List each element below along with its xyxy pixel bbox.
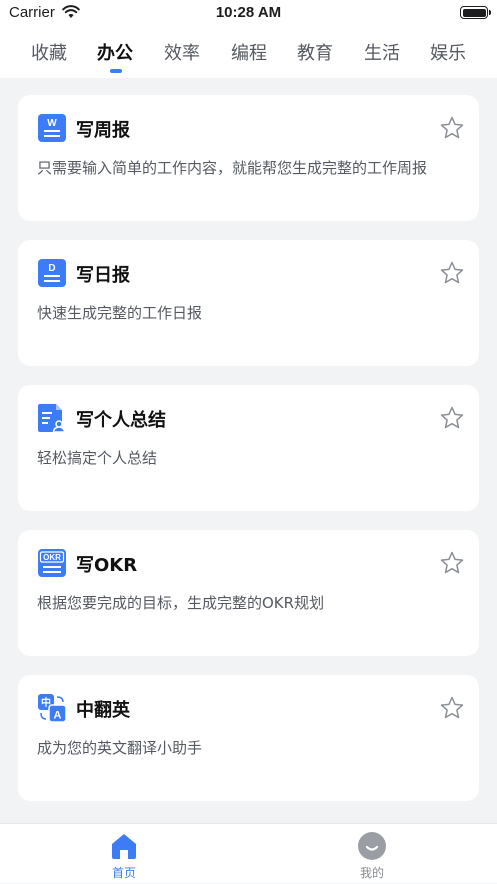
favorite-star-icon[interactable]	[439, 405, 465, 431]
tab-entertainment[interactable]: 娱乐	[430, 39, 466, 65]
status-time: 10:28 AM	[215, 4, 282, 21]
card-description: 快速生成完整的工作日报	[37, 304, 203, 322]
nav-home[interactable]: 首页	[44, 824, 204, 884]
card-title: 写OKR	[76, 555, 138, 576]
card-personal-summary[interactable]: 写个人总结 轻松搞定个人总结	[18, 385, 479, 511]
card-title: 写日报	[76, 265, 130, 286]
card-weekly-report[interactable]: W 写周报 只需要输入简单的工作内容，就能帮您生成完整的工作周报	[18, 95, 479, 221]
nav-home-label: 首页	[111, 866, 136, 880]
svg-text:W: W	[47, 118, 57, 129]
tab-office[interactable]: 办公	[97, 39, 133, 65]
home-icon	[112, 834, 136, 859]
card-translate[interactable]: 中 A 中翻英 成为您的英文翻译小助手	[18, 675, 479, 801]
translate-icon: 中 A	[38, 694, 66, 722]
card-daily-report[interactable]: D 写日报 快速生成完整的工作日报	[18, 240, 479, 366]
favorite-star-icon[interactable]	[439, 115, 465, 141]
favorite-star-icon[interactable]	[439, 695, 465, 721]
nav-mine[interactable]: 我的	[292, 824, 452, 884]
battery-icon	[460, 6, 491, 19]
card-description: 轻松搞定个人总结	[37, 449, 158, 467]
daily-report-icon: D	[38, 259, 66, 287]
tab-programming[interactable]: 编程	[231, 39, 267, 65]
favorite-star-icon[interactable]	[439, 550, 465, 576]
bottom-nav: 首页 我的	[0, 823, 497, 883]
tab-efficiency[interactable]: 效率	[164, 39, 200, 65]
tab-favorites[interactable]: 收藏	[31, 39, 67, 65]
okr-icon: OKR	[38, 549, 66, 577]
card-description: 只需要输入简单的工作内容，就能帮您生成完整的工作周报	[37, 159, 428, 177]
category-tabs: 收藏 办公 效率 编程 教育 生活 娱乐	[0, 26, 497, 78]
card-title: 写周报	[76, 120, 130, 141]
card-description: 根据您要完成的目标，生成完整的OKR规划	[37, 594, 325, 612]
card-okr[interactable]: OKR 写OKR 根据您要完成的目标，生成完整的OKR规划	[18, 530, 479, 656]
card-title: 中翻英	[76, 700, 130, 721]
tab-education[interactable]: 教育	[297, 39, 333, 65]
card-description: 成为您的英文翻译小助手	[37, 739, 203, 757]
status-bar: Carrier 10:28 AM	[0, 0, 497, 26]
svg-text:A: A	[54, 710, 62, 722]
active-tab-indicator	[110, 69, 122, 73]
card-title: 写个人总结	[76, 410, 166, 431]
personal-summary-icon	[38, 404, 66, 432]
svg-text:D: D	[48, 263, 55, 274]
profile-icon	[358, 832, 386, 860]
nav-mine-label: 我的	[359, 866, 384, 880]
svg-text:OKR: OKR	[43, 553, 61, 562]
tab-life[interactable]: 生活	[364, 39, 400, 65]
favorite-star-icon[interactable]	[439, 260, 465, 286]
weekly-report-icon: W	[38, 114, 66, 142]
